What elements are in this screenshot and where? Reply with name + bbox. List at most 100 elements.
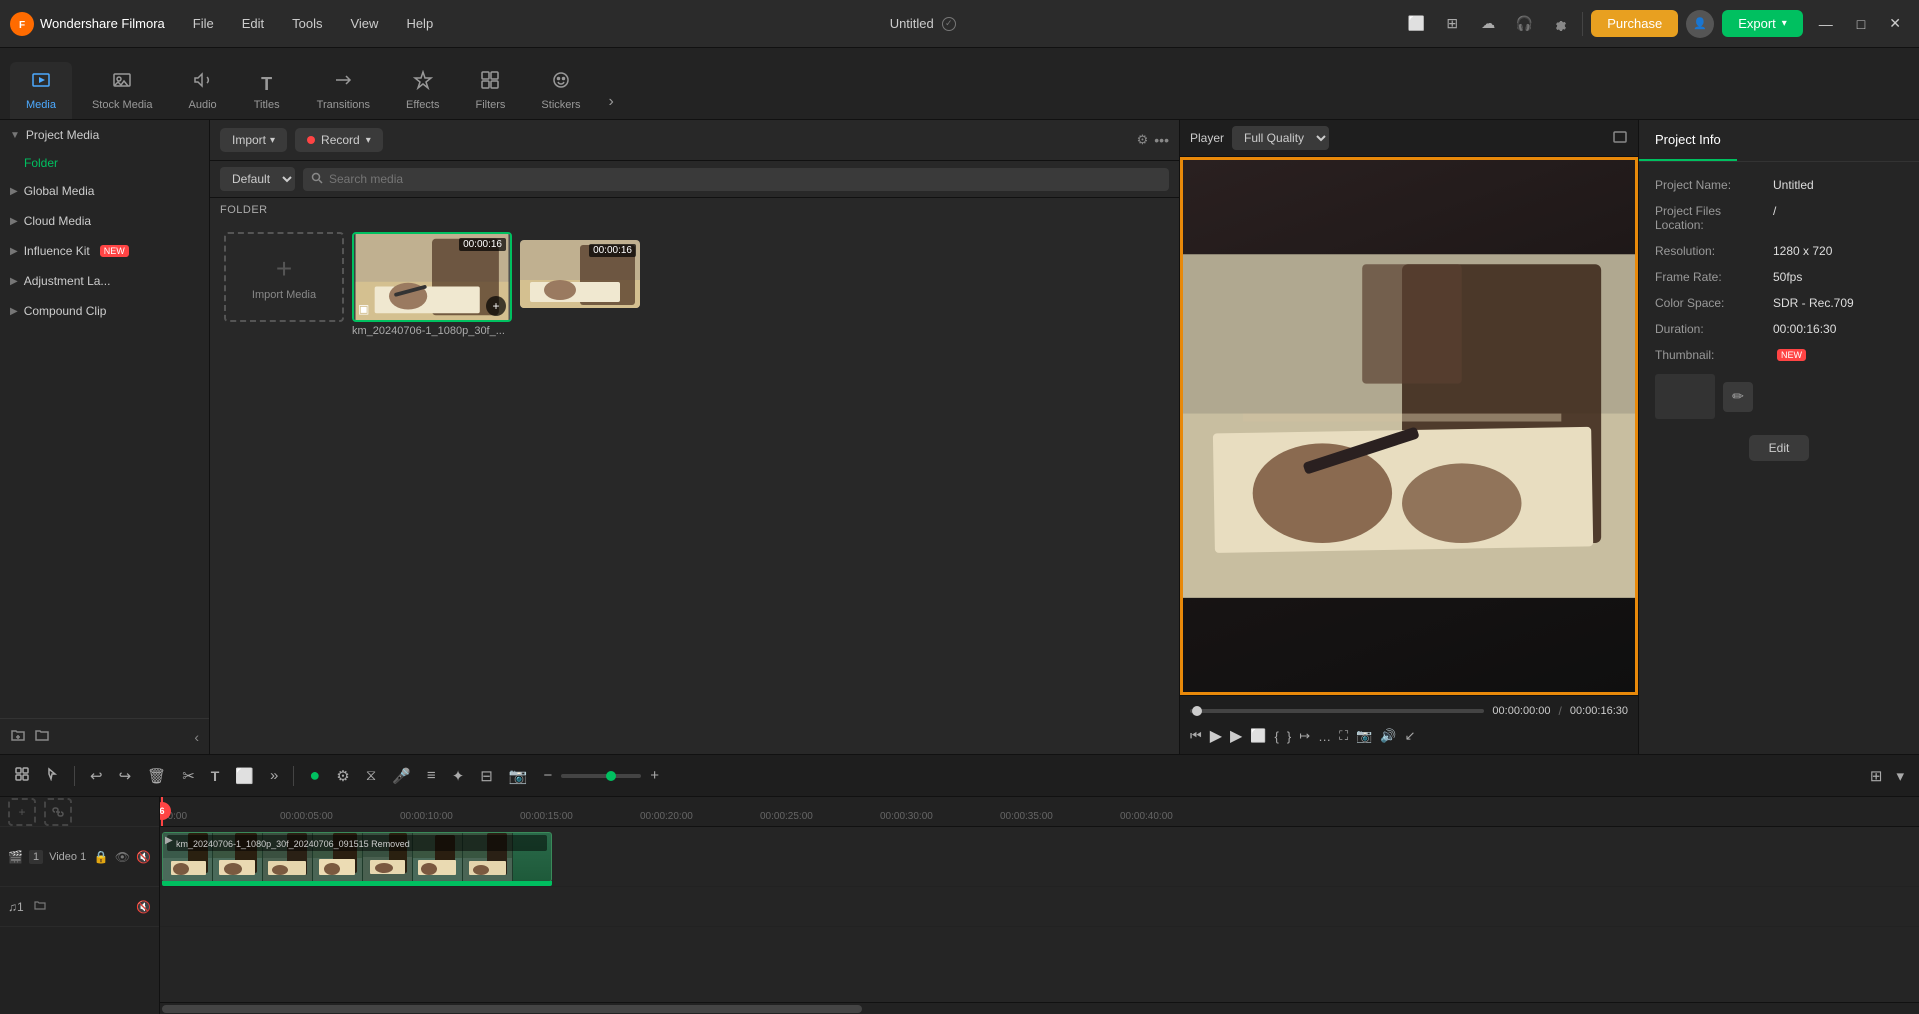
view-select[interactable]: DefaultListGrid — [220, 167, 295, 191]
settings-icon[interactable] — [1546, 10, 1574, 38]
tab-stock-media[interactable]: Stock Media — [76, 62, 169, 119]
out-point-button[interactable]: } — [1287, 729, 1291, 744]
tl-zoom-slider[interactable] — [561, 774, 641, 778]
video-clip[interactable]: km_20240706-1_1080p_30f_20240706_091515 … — [162, 832, 552, 882]
import-button[interactable]: Import ▾ — [220, 128, 287, 152]
snapshot-button[interactable]: 📷 — [1356, 728, 1372, 744]
media-item-0[interactable]: 00:00:16 ▣ + km_20240706-1_1080p_30f_... — [352, 232, 512, 744]
fullscreen-ctrl-button[interactable]: ⛶ — [1339, 728, 1348, 744]
section-influence-kit[interactable]: ▶ Influence Kit NEW — [0, 236, 209, 266]
link-folder-icon[interactable] — [34, 727, 50, 746]
tl-more-btn[interactable]: ▾ — [1891, 764, 1909, 788]
section-global-media[interactable]: ▶ Global Media — [0, 176, 209, 206]
tl-undo[interactable]: ↩ — [85, 764, 108, 788]
section-project-media[interactable]: ▼ Project Media — [0, 120, 209, 150]
tl-cut[interactable]: ✂ — [177, 764, 200, 788]
media-add-btn-0[interactable]: + — [486, 296, 506, 316]
menu-help[interactable]: Help — [396, 12, 443, 35]
tl-more-tools[interactable]: » — [265, 764, 283, 787]
tl-delete[interactable]: 🗑 — [142, 764, 171, 788]
purchase-button[interactable]: Purchase — [1591, 10, 1678, 37]
tl-grid-view[interactable]: ⊞ — [1865, 764, 1888, 788]
tl-zoom-out[interactable]: − — [539, 764, 558, 787]
tl-text[interactable]: T — [206, 765, 225, 787]
tab-media[interactable]: Media — [10, 62, 72, 119]
thumbnail-edit-button[interactable]: ✏ — [1723, 382, 1753, 412]
menu-view[interactable]: View — [340, 12, 388, 35]
play-button[interactable]: ▶ — [1230, 726, 1242, 746]
user-avatar[interactable]: 👤 — [1686, 10, 1714, 38]
tl-snapshot-tl[interactable]: 📷 — [504, 764, 533, 788]
section-adjustment-layer[interactable]: ▶ Adjustment La... — [0, 266, 209, 296]
section-cloud-media[interactable]: ▶ Cloud Media — [0, 206, 209, 236]
tl-audio-settings[interactable]: ≡ — [422, 764, 441, 787]
tab-titles[interactable]: T Titles — [237, 66, 297, 119]
menu-tools[interactable]: Tools — [282, 12, 332, 35]
cloud-icon[interactable]: ☁ — [1474, 10, 1502, 38]
media-thumb-1[interactable]: 00:00:16 — [520, 240, 640, 308]
tl-split-screen[interactable]: ⊟ — [475, 764, 498, 788]
tl-ai-cut[interactable]: ● — [304, 762, 325, 789]
audio-track-folder-icon[interactable] — [34, 899, 46, 914]
timeline-scrollbar[interactable] — [160, 1002, 1919, 1014]
add-video-track-button[interactable]: + — [8, 798, 36, 826]
filter-icon[interactable]: ⚙ — [1137, 132, 1149, 148]
more-options-icon[interactable]: ••• — [1154, 132, 1169, 148]
crop-button[interactable]: ⬜ — [1250, 728, 1266, 744]
menu-file[interactable]: File — [183, 12, 224, 35]
video-track-lock-icon[interactable]: 🔒 — [94, 850, 109, 864]
link-track-button[interactable] — [44, 798, 72, 826]
time-slider[interactable] — [1190, 709, 1484, 713]
layout-icon[interactable]: ⊞ — [1438, 10, 1466, 38]
folder-item[interactable]: Folder — [0, 150, 209, 176]
record-button[interactable]: Record ▾ — [295, 128, 383, 152]
video-track-mute-icon[interactable]: 🔇 — [136, 850, 151, 864]
maximize-button[interactable]: □ — [1849, 12, 1873, 36]
section-compound-clip[interactable]: ▶ Compound Clip — [0, 296, 209, 326]
tab-stickers[interactable]: Stickers — [525, 62, 596, 119]
tl-settings[interactable]: ⚙ — [331, 764, 354, 788]
media-item-1[interactable]: 00:00:16 — [520, 240, 640, 744]
tab-audio[interactable]: Audio — [173, 62, 233, 119]
video-track-hide-icon[interactable]: 👁 — [115, 850, 130, 864]
frame-back-button[interactable]: ▶ — [1210, 726, 1222, 746]
tl-clip-speed[interactable]: ⧖ — [361, 764, 382, 787]
search-input[interactable] — [329, 172, 1161, 186]
playhead[interactable]: 6 — [161, 797, 163, 826]
tab-effects[interactable]: Effects — [390, 62, 455, 119]
tl-ai-cut-2[interactable]: ✦ — [447, 764, 470, 788]
tl-zoom-in[interactable]: + — [645, 764, 664, 787]
tl-mic[interactable]: 🎤 — [387, 764, 416, 788]
tab-project-info[interactable]: Project Info — [1639, 120, 1737, 161]
skip-back-button[interactable]: ⏮ — [1190, 728, 1202, 744]
edit-button[interactable]: Edit — [1749, 435, 1810, 461]
time-slider-handle[interactable] — [1192, 706, 1202, 716]
close-button[interactable]: ✕ — [1881, 11, 1909, 36]
add-marker-button[interactable]: ↦ — [1299, 728, 1310, 744]
headset-icon[interactable]: 🎧 — [1510, 10, 1538, 38]
tab-transitions[interactable]: Transitions — [301, 62, 386, 119]
screen-icon[interactable]: ⬜ — [1402, 10, 1430, 38]
menu-edit[interactable]: Edit — [232, 12, 274, 35]
add-folder-icon[interactable] — [10, 727, 26, 746]
tabs-more-button[interactable]: › — [601, 85, 622, 119]
export-button[interactable]: Export ▾ — [1722, 10, 1803, 37]
collapse-panel-icon[interactable]: ‹ — [194, 729, 199, 745]
tl-select-tool[interactable] — [10, 764, 34, 788]
tab-filters[interactable]: Filters — [459, 62, 521, 119]
quality-select[interactable]: Full Quality1/2 Quality1/4 Quality — [1232, 126, 1329, 150]
import-media-placeholder[interactable]: + Import Media — [224, 232, 344, 322]
minimize-button[interactable]: — — [1811, 12, 1841, 36]
volume-button[interactable]: 🔊 — [1380, 728, 1396, 744]
media-thumb-0[interactable]: 00:00:16 ▣ + — [352, 232, 512, 322]
keyframe-button[interactable]: ↙ — [1405, 728, 1416, 744]
tl-crop[interactable]: ⬜ — [230, 764, 259, 788]
more-ctrl-button[interactable]: … — [1318, 729, 1331, 744]
tl-redo[interactable]: ↪ — [114, 764, 137, 788]
tl-zoom-handle[interactable] — [606, 771, 616, 781]
timeline-scrollbar-thumb[interactable] — [162, 1005, 862, 1013]
audio-track-mute-icon[interactable]: 🔇 — [136, 900, 151, 914]
in-point-button[interactable]: { — [1275, 729, 1279, 744]
tl-pointer-tool[interactable] — [40, 764, 64, 788]
preview-fullscreen-icon[interactable] — [1612, 129, 1628, 148]
